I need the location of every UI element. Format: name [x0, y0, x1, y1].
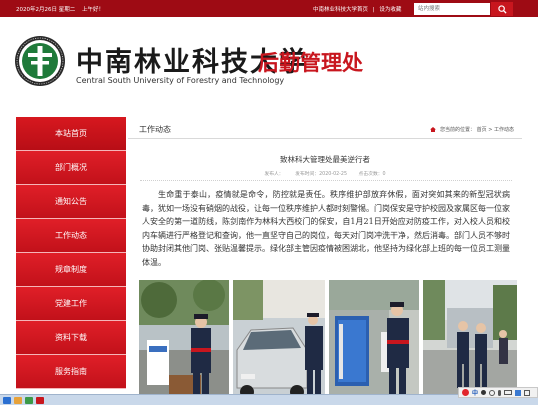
sidebar-item-label: 规章制度	[55, 265, 87, 274]
sidebar-item-label: 本站首页	[55, 129, 87, 138]
photo-guard-disinfecting[interactable]	[329, 280, 419, 405]
date-greeting: 2020年2月26日 星期二 上午好！	[16, 5, 104, 13]
ime-punct-icon	[481, 390, 487, 395]
top-links: 中南林业科技大学首页 | 设为收藏	[313, 5, 401, 13]
sidebar-item-home[interactable]: 本站首页	[16, 117, 126, 151]
article-views: 点击次数：0	[358, 172, 386, 177]
start-icon[interactable]	[3, 397, 11, 404]
article-author: 发布人：	[264, 172, 284, 177]
ime-mic-icon	[498, 389, 502, 396]
ime-shirt-icon	[515, 389, 522, 396]
sidebar-item-downloads[interactable]: 资料下载	[16, 321, 126, 355]
article-date: 发布时间：2020-02-25	[295, 172, 348, 177]
ime-toolbar[interactable]: 中	[458, 387, 538, 398]
article-body: 生命重于泰山，疫情就是命令，防控就是责任。秩序维护部放弃休假，面对突如其来的新型…	[142, 190, 510, 267]
link-divider: |	[372, 7, 375, 13]
sidebar-item-overview[interactable]: 部门概况	[16, 151, 126, 185]
search-button[interactable]	[491, 2, 513, 16]
breadcrumb: 您当前的位置： 首页 > 工作动态	[430, 126, 514, 133]
taskbar-app-icon[interactable]	[25, 397, 33, 404]
photo-guard-checking-car[interactable]	[233, 280, 325, 405]
sidebar-nav: 本站首页 部门概况 通知公告 工作动态 规章制度 党建工作 资料下载 服务指南	[16, 117, 126, 405]
sidebar-item-label: 党建工作	[55, 299, 87, 308]
sidebar-item-service-guide[interactable]: 服务指南	[16, 355, 126, 389]
article-meta: 发布人： 发布时间：2020-02-25 点击次数：0	[128, 170, 522, 177]
sidebar-item-label: 服务指南	[55, 367, 87, 376]
greeting-text: 上午好！	[82, 7, 105, 13]
article-divider	[140, 180, 512, 181]
top-bar: 2020年2月26日 星期二 上午好！ 中南林业科技大学首页 | 设为收藏	[0, 0, 538, 17]
department-title: 后勤管理处	[258, 51, 363, 75]
university-home-link[interactable]: 中南林业科技大学首页	[313, 7, 368, 13]
sidebar-item-label: 通知公告	[55, 197, 87, 206]
date-text: 2020年2月26日 星期二	[16, 7, 76, 13]
university-name-en: Central South University of Forestry and…	[76, 76, 285, 85]
ime-grid-icon	[524, 389, 531, 396]
sidebar-item-notices[interactable]: 通知公告	[16, 185, 126, 219]
ime-logo-icon	[462, 389, 469, 396]
sidebar-item-regulations[interactable]: 规章制度	[16, 253, 126, 287]
sidebar-item-label: 工作动态	[55, 231, 87, 240]
bookmark-link[interactable]: 设为收藏	[379, 7, 401, 13]
home-icon	[430, 127, 437, 132]
taskbar-app-icon[interactable]	[36, 397, 44, 404]
section-header: 工作动态 您当前的位置： 首页 > 工作动态	[128, 117, 522, 139]
ime-emoji-icon	[489, 389, 496, 396]
sidebar-item-label: 部门概况	[55, 163, 87, 172]
ime-keyboard-icon	[504, 390, 513, 395]
main-content: 工作动态 您当前的位置： 首页 > 工作动态 致林科大管理处最美逆行者 发布人：…	[128, 117, 522, 405]
site-header: 中南林业科技大学 Central South University of For…	[0, 17, 538, 103]
ime-mode-label: 中	[472, 390, 479, 397]
sidebar-item-work-news[interactable]: 工作动态	[16, 219, 126, 253]
taskbar-app-icon[interactable]	[14, 397, 22, 404]
breadcrumb-prefix: 您当前的位置：	[439, 127, 475, 133]
breadcrumb-home-link[interactable]: 首页	[477, 127, 487, 133]
search-icon	[497, 4, 507, 14]
breadcrumb-current-link[interactable]: 工作动态	[494, 127, 514, 133]
university-seal-logo[interactable]	[14, 35, 66, 87]
section-title: 工作动态	[139, 125, 171, 134]
article-title: 致林科大管理处最美逆行者	[280, 155, 370, 164]
photo-guard-at-gate[interactable]	[139, 280, 229, 405]
sidebar-item-label: 资料下载	[55, 333, 87, 342]
sidebar-item-party-work[interactable]: 党建工作	[16, 287, 126, 321]
site-search-input[interactable]	[414, 3, 490, 15]
